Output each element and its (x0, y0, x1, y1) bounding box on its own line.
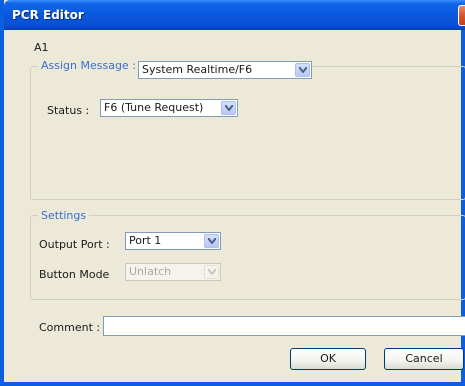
button-mode-label: Button Mode (39, 268, 110, 281)
assign-message-value: System Realtime/F6 (142, 63, 253, 76)
ok-button[interactable]: OK (290, 348, 366, 370)
chevron-down-icon (204, 265, 219, 279)
output-port-select[interactable]: Port 1 (125, 232, 221, 250)
button-mode-select[interactable]: Unlatch (125, 263, 221, 281)
title-bar[interactable]: PCR Editor ✕ (4, 0, 465, 30)
status-value: F6 (Tune Request) (104, 101, 204, 114)
settings-caption: Settings (38, 209, 90, 222)
output-port-label: Output Port : (39, 238, 110, 251)
chevron-down-icon[interactable] (295, 63, 310, 77)
pcr-editor-window: PCR Editor ✕ A1 Assign Message : System … (0, 0, 465, 386)
chevron-down-icon[interactable] (204, 234, 219, 248)
status-label: Status : (47, 104, 90, 117)
button-mode-value: Unlatch (129, 265, 172, 278)
assign-message-caption: Assign Message : (38, 59, 139, 72)
assign-message-group (30, 66, 465, 200)
status-select[interactable]: F6 (Tune Request) (100, 99, 238, 117)
assign-message-select[interactable]: System Realtime/F6 (138, 61, 312, 79)
close-button[interactable]: ✕ (458, 5, 465, 26)
chevron-down-icon[interactable] (221, 101, 236, 115)
settings-group (30, 215, 465, 300)
cancel-button[interactable]: Cancel (384, 348, 464, 370)
output-port-value: Port 1 (129, 234, 162, 247)
control-id-label: A1 (34, 41, 49, 54)
comment-input[interactable] (103, 316, 465, 336)
comment-label: Comment : (39, 321, 101, 334)
window-title: PCR Editor (12, 8, 84, 22)
